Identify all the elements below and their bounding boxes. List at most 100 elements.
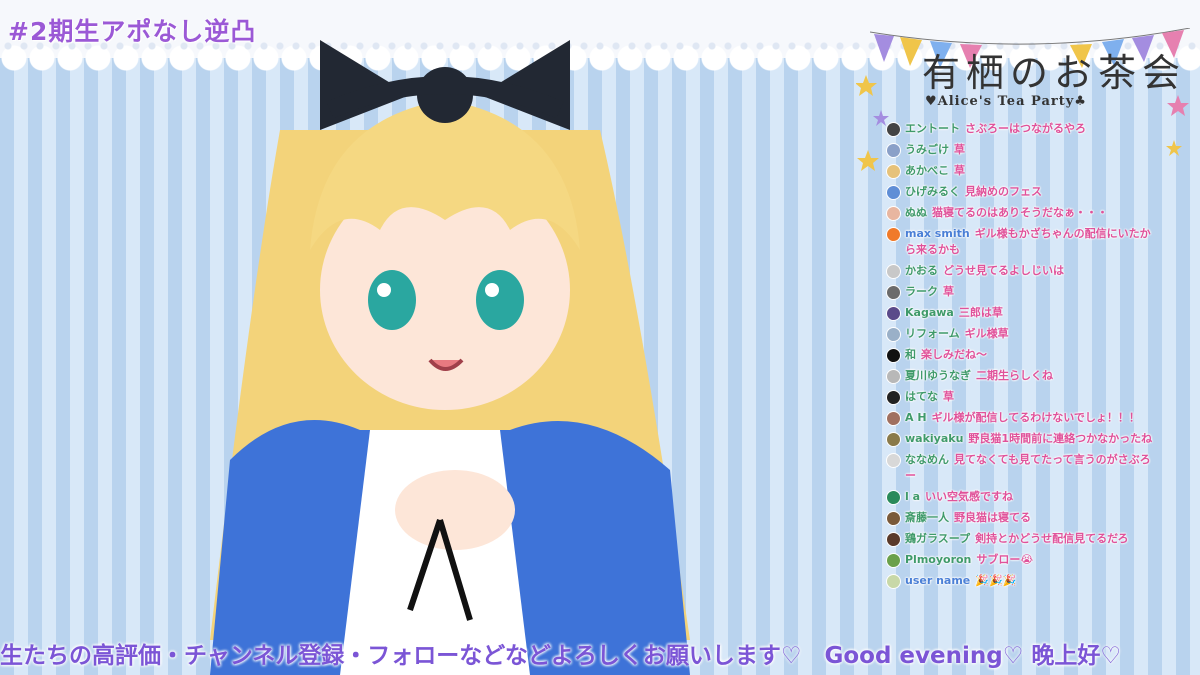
chat-author[interactable]: エントート [905, 122, 960, 135]
chat-message-body: Plmoyoron サブロー😭 [905, 552, 1033, 568]
chat-message: 鶏ガラスープ 剣持とかどうせ配信見てるだろ [886, 531, 1156, 547]
chat-message: max smith ギル様もかざちゃんの配信にいたから来るかも [886, 226, 1156, 258]
chat-avatar[interactable] [886, 574, 901, 589]
chat-message-body: ラーク草 [905, 284, 954, 300]
chat-avatar[interactable] [886, 553, 901, 568]
stream-title: #2期生アポなし逆凸 [8, 17, 257, 46]
chat-text: 楽しみだね～ [921, 348, 987, 361]
chat-author[interactable]: 斎藤一人 [905, 511, 949, 524]
chat-text: 猫寝てるのはありそうだなぁ・・・ [932, 206, 1108, 219]
chat-author[interactable]: ぬぬ [905, 206, 927, 219]
chat-author[interactable]: ななめん [905, 453, 949, 466]
chat-message-body: user name 🎉🎉🎉 [905, 573, 1016, 589]
chat-message-body: ぬぬ 猫寝てるのはありそうだなぁ・・・ [905, 205, 1108, 221]
chat-message: リフォーム ギル様草 [886, 326, 1156, 342]
chat-message: l a いい空気感ですね [886, 489, 1156, 505]
chat-author[interactable]: ラーク [905, 285, 938, 298]
chat-message: Plmoyoron サブロー😭 [886, 552, 1156, 568]
chat-author[interactable]: user name [905, 574, 970, 587]
chat-message: ぬぬ 猫寝てるのはありそうだなぁ・・・ [886, 205, 1156, 221]
chat-avatar[interactable] [886, 532, 901, 547]
chat-avatar[interactable] [886, 206, 901, 221]
chat-avatar[interactable] [886, 227, 901, 242]
chat-author[interactable]: max smith [905, 227, 970, 240]
chat-avatar[interactable] [886, 390, 901, 405]
chat-message: あかべこ草 [886, 163, 1156, 179]
chat-text: 草 [943, 285, 954, 298]
chat-avatar[interactable] [886, 411, 901, 426]
chat-avatar[interactable] [886, 306, 901, 321]
chat-message: エントート さぶろーはつながるやろ [886, 121, 1156, 137]
chat-message-body: Kagawa 三郎は草 [905, 305, 1003, 321]
chat-message: Kagawa 三郎は草 [886, 305, 1156, 321]
chat-message: はてな草 [886, 389, 1156, 405]
chat-avatar[interactable] [886, 285, 901, 300]
chat-author[interactable]: Plmoyoron [905, 553, 971, 566]
chat-message: かおる どうせ見てるよしじいは [886, 263, 1156, 279]
star-decoration-icon [1166, 95, 1189, 156]
chat-message-body: 和楽しみだね～ [905, 347, 987, 363]
chat-message: A H ギル様が配信してるわけないでしょ！！！ [886, 410, 1156, 426]
chat-avatar[interactable] [886, 164, 901, 179]
chat-message-body: はてな草 [905, 389, 954, 405]
chat-author[interactable]: あかべこ [905, 164, 949, 177]
chat-message-body: 鶏ガラスープ 剣持とかどうせ配信見てるだろ [905, 531, 1128, 547]
chat-message-body: 斎藤一人 野良猫は寝てる [905, 510, 1031, 526]
chat-avatar[interactable] [886, 143, 901, 158]
chat-message: ひげみるく 見納めのフェス [886, 184, 1156, 200]
chat-message-body: かおる どうせ見てるよしじいは [905, 263, 1064, 279]
chat-avatar[interactable] [886, 185, 901, 200]
chat-message-body: うみごけ草 [905, 142, 965, 158]
chat-text: 三郎は草 [958, 306, 1003, 319]
chat-message-body: 夏川ゆうなぎ 二期生らしくね [905, 368, 1053, 384]
chat-message-body: max smith ギル様もかざちゃんの配信にいたから来るかも [905, 226, 1156, 258]
chat-message: 和楽しみだね～ [886, 347, 1156, 363]
chat-author[interactable]: l a [905, 490, 920, 503]
chat-text: ギル様が配信してるわけないでしょ！！！ [931, 411, 1140, 424]
chat-author[interactable]: ひげみるく [905, 185, 960, 198]
chat-text: 剣持とかどうせ配信見てるだろ [975, 532, 1129, 545]
chat-avatar[interactable] [886, 264, 901, 279]
chat-message: ななめん 見てなくても見てたって言うのがさぶろー [886, 452, 1156, 484]
chat-text: いい空気感ですね [925, 490, 1014, 503]
chat-avatar[interactable] [886, 453, 901, 468]
chat-author[interactable]: wakiyaku [905, 432, 963, 445]
chat-author[interactable]: 夏川ゆうなぎ [905, 369, 971, 382]
chat-message: user name 🎉🎉🎉 [886, 573, 1156, 589]
chat-avatar[interactable] [886, 348, 901, 363]
chat-avatar[interactable] [886, 490, 901, 505]
chat-avatar[interactable] [886, 369, 901, 384]
chat-avatar[interactable] [886, 327, 901, 342]
chat-avatar[interactable] [886, 511, 901, 526]
chat-message-body: リフォーム ギル様草 [905, 326, 1009, 342]
chat-text: 🎉🎉🎉 [975, 574, 1017, 587]
chat-author[interactable]: Kagawa [905, 306, 954, 319]
chat-author[interactable]: かおる [905, 264, 938, 277]
chat-text: サブロー😭 [976, 553, 1034, 566]
chat-text: 野良猫1時間前に連絡つかなかったね [968, 432, 1153, 445]
chat-author[interactable]: 和 [905, 348, 916, 361]
chat-text: 草 [954, 164, 965, 177]
chat-message: ラーク草 [886, 284, 1156, 300]
chat-message: wakiyaku 野良猫1時間前に連絡つかなかったね [886, 431, 1156, 447]
channel-logo-title: 有栖のお茶会 [922, 51, 1187, 95]
chat-author[interactable]: はてな [905, 390, 938, 403]
chat-author[interactable]: うみごけ [905, 143, 949, 156]
chat-avatar[interactable] [886, 122, 901, 137]
chat-message-body: ななめん 見てなくても見てたって言うのがさぶろー [905, 452, 1156, 484]
chat-author[interactable]: 鶏ガラスープ [905, 532, 970, 545]
chat-message-body: ひげみるく 見納めのフェス [905, 184, 1042, 200]
chat-text: 野良猫は寝てる [954, 511, 1031, 524]
chat-avatar[interactable] [886, 432, 901, 447]
scrolling-ticker: 生たちの高評価・チャンネル登録・フォローなどなどよろしくお願いします♡ Good… [0, 643, 1121, 669]
chat-text: ギル様草 [964, 327, 1009, 340]
channel-logo-subtitle: ♥Alice's Tea Party♣ [925, 94, 1087, 109]
chat-message: うみごけ草 [886, 142, 1156, 158]
vtuber-avatar [210, 40, 690, 675]
chat-text: 草 [954, 143, 965, 156]
live-chat: エントート さぶろーはつながるやろ うみごけ草あかべこ草ひげみるく 見納めのフェス ぬぬ… [886, 121, 1156, 594]
chat-message: 夏川ゆうなぎ 二期生らしくね [886, 368, 1156, 384]
chat-author[interactable]: A H [905, 411, 927, 424]
chat-author[interactable]: リフォーム [905, 327, 960, 340]
chat-text: 見納めのフェス [965, 185, 1042, 198]
